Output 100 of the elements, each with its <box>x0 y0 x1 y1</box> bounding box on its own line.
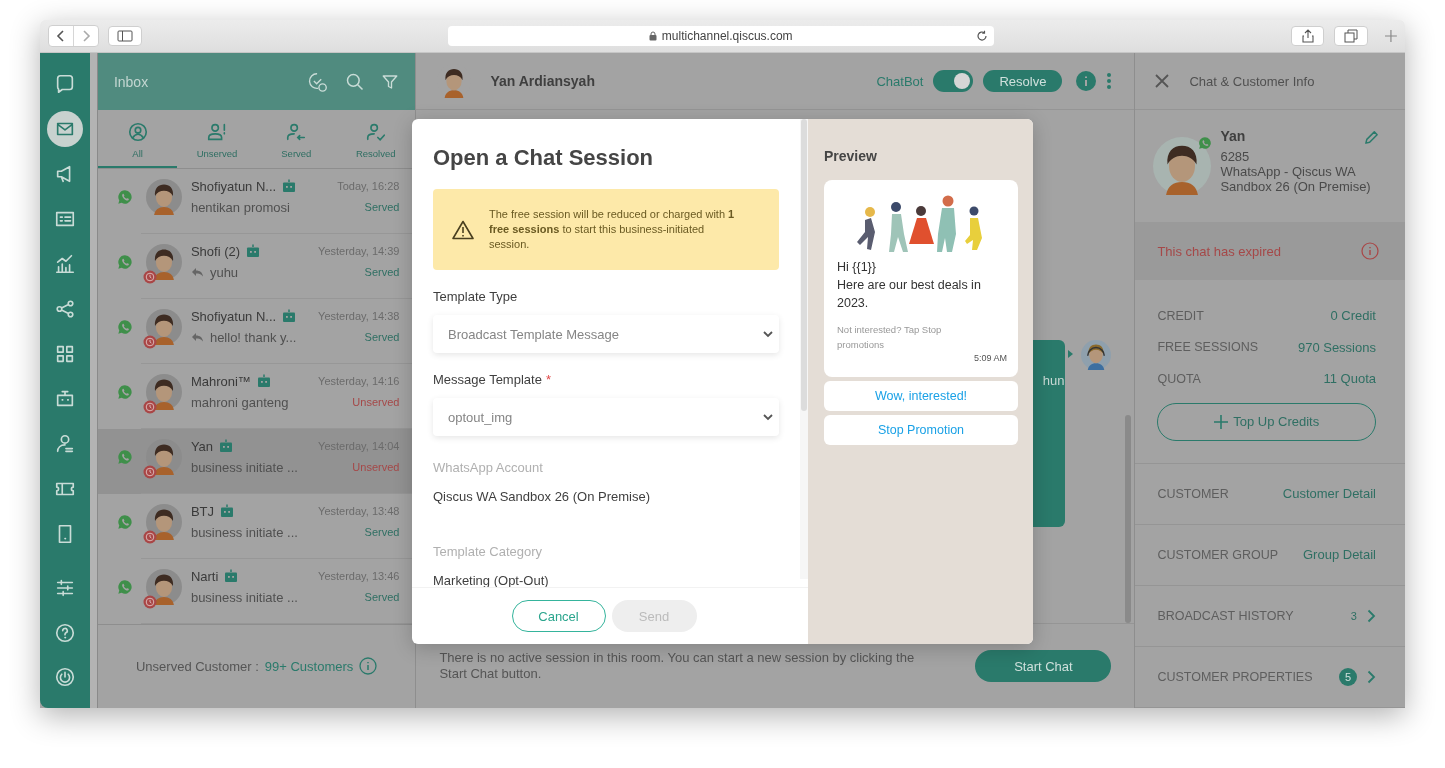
user-check-icon <box>364 121 387 143</box>
whatsapp-icon <box>116 513 133 530</box>
avatar <box>145 373 182 410</box>
contact-name: BTJ <box>190 503 215 519</box>
stat-value: 970 Sessions <box>1297 339 1376 355</box>
chatbot-toggle[interactable] <box>933 70 974 92</box>
share-icon <box>1301 29 1314 43</box>
status-label: Served <box>364 591 400 603</box>
status-label: Served <box>364 331 400 343</box>
message-preview: hentikan promosi <box>190 199 290 215</box>
field-label: Template Type <box>433 289 518 304</box>
info-icon[interactable] <box>1076 71 1097 91</box>
session-notice: There is no active session in this room. You can start a new session by clicking the Start Chat button. <box>439 650 916 682</box>
start-chat-button[interactable]: Start Chat <box>975 650 1112 682</box>
filter-tab[interactable]: Resolved <box>336 110 416 168</box>
status-label: Unserved <box>352 396 400 408</box>
field-label: Template Category <box>433 544 544 559</box>
new-tab-icon[interactable] <box>1385 30 1397 42</box>
warning-text: The free session will be reduced or charged with 1 free sessions to start this business-initiated session. <box>489 207 736 252</box>
unserved-count[interactable]: 99+ Customers <box>264 658 354 674</box>
template-dropdown[interactable]: Broadcast Template Message <box>433 315 779 353</box>
share-button[interactable] <box>1290 26 1325 46</box>
message-body: Here are our best deals in 2023. <box>837 277 982 312</box>
status-label: Served <box>364 526 400 538</box>
edit-icon[interactable] <box>1364 130 1379 145</box>
expired-message: This chat has expired <box>1157 243 1281 259</box>
sidebar-button[interactable] <box>108 26 142 46</box>
tabs-icon <box>1344 29 1359 43</box>
conversation-item[interactable]: Shofi (2) Yesterday, 14:39 yuhu Served <box>97 234 416 299</box>
conversation-item[interactable]: Shofiyatun N... Yesterday, 14:38 hello! thank y... Served <box>97 299 416 364</box>
check-chat-icon[interactable] <box>307 70 330 93</box>
whatsapp-icon <box>116 188 133 205</box>
contact-name: Yan <box>190 438 214 454</box>
tabs-button[interactable] <box>1334 26 1369 46</box>
message-preview: business initiate ... <box>190 524 298 540</box>
info-icon[interactable] <box>1361 242 1379 260</box>
avatar <box>145 308 182 345</box>
address-bar[interactable]: multichannel.qiscus.com <box>447 26 994 46</box>
avatar <box>145 243 182 280</box>
template-dropdown[interactable]: optout_img <box>433 398 779 436</box>
search-icon[interactable] <box>345 71 366 92</box>
whatsapp-icon <box>1198 136 1213 150</box>
nav-button[interactable] <box>46 110 83 147</box>
contact-name: Mahroni™ <box>190 373 251 389</box>
customer-channel: WhatsApp - Qiscus WA Sandbox 26 (On Premise) <box>1220 164 1372 194</box>
lock-icon <box>648 31 657 41</box>
required-mark: * <box>545 372 551 387</box>
section-label: CUSTOMER GROUP <box>1157 547 1280 562</box>
filter-tab[interactable]: Served <box>256 110 337 168</box>
warning-icon <box>452 219 474 240</box>
more-icon[interactable] <box>1106 72 1113 90</box>
message-time: Yesterday, 13:48 <box>318 505 400 517</box>
field-value: Marketing (Opt-Out) <box>433 573 550 587</box>
avatar <box>145 438 182 475</box>
message-footer: Not interested? Tap Stop promotions <box>837 322 977 352</box>
customer-phone: 6285 <box>1220 149 1250 164</box>
reload-icon[interactable] <box>975 30 988 42</box>
sent-arrow-icon <box>1068 350 1074 358</box>
stat-label: QUOTA <box>1157 371 1201 386</box>
plus-icon <box>1214 414 1229 429</box>
contact-name: Narti <box>190 568 219 584</box>
message-preview: mahroni ganteng <box>190 394 289 410</box>
cancel-button[interactable]: Cancel <box>511 600 606 632</box>
chevron-right-icon[interactable] <box>1367 669 1376 684</box>
message-preview: yuhu <box>209 264 239 280</box>
section-label: CUSTOMER PROPERTIES <box>1157 669 1314 684</box>
quick-reply-button[interactable]: Wow, interested! <box>824 381 1018 411</box>
stat-value: 0 Credit <box>1330 308 1376 324</box>
inbox-title: Inbox <box>113 73 150 90</box>
count-badge: 5 <box>1339 667 1357 686</box>
detail-link[interactable]: Customer Detail <box>1282 486 1376 501</box>
close-icon[interactable] <box>1155 74 1170 88</box>
filter-tab[interactable]: All <box>97 110 178 168</box>
unserved-label: Unserved Customer : <box>136 658 259 674</box>
chevron-right-icon[interactable] <box>1367 608 1376 623</box>
contact-name: Yan Ardiansyah <box>490 73 596 89</box>
detail-link[interactable]: Group Detail <box>1303 547 1376 562</box>
stat-value: 11 Quota <box>1323 371 1376 387</box>
whatsapp-icon <box>116 383 133 400</box>
section-label: CUSTOMER <box>1157 486 1230 501</box>
conversation-item[interactable]: Narti Yesterday, 13:46 business initiate ... Served <box>97 559 416 624</box>
share-icon <box>53 297 76 320</box>
resolve-button[interactable]: Resolve <box>983 70 1063 92</box>
chevron-down-icon <box>763 330 773 338</box>
status-label: Served <box>364 201 400 213</box>
filter-tab[interactable]: Unserved <box>177 110 257 168</box>
avatar <box>1153 137 1212 195</box>
power-icon <box>53 665 76 688</box>
whatsapp-icon <box>116 253 133 270</box>
avatar <box>145 568 182 605</box>
field-label: WhatsApp Account <box>433 460 544 475</box>
section-label: BROADCAST HISTORY <box>1157 608 1295 623</box>
quick-reply-button[interactable]: Stop Promotion <box>824 415 1018 445</box>
message-preview: business initiate ... <box>190 589 298 605</box>
info-icon[interactable] <box>359 657 378 675</box>
contact-name: Shofiyatun N... <box>190 178 277 194</box>
whatsapp-icon <box>116 448 133 465</box>
history-buttons[interactable] <box>48 25 99 47</box>
chart-icon <box>53 252 76 275</box>
message-greeting: Hi {{1}} <box>837 260 877 274</box>
